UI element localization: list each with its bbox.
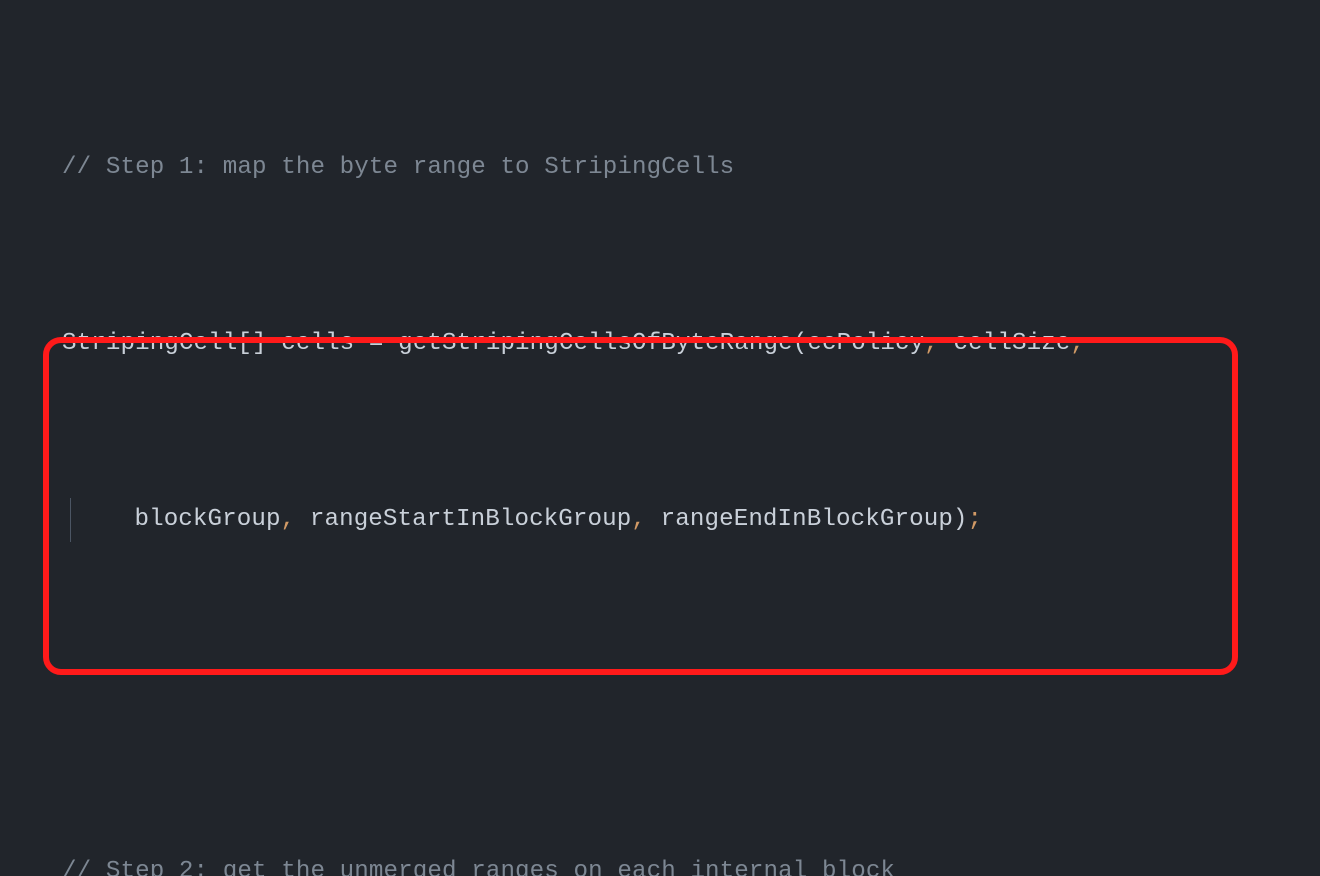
code-text: StripingCell[] cells = getStripingCellsO… — [62, 322, 924, 366]
code-line-continuation: blockGroup, rangeStartInBlockGroup, rang… — [0, 498, 1320, 542]
code-line: // Step 1: map the byte range to Stripin… — [0, 146, 1320, 190]
code-text: rangeEndInBlockGroup) — [646, 498, 968, 542]
comma: , — [631, 498, 646, 542]
comma: , — [924, 322, 939, 366]
code-text: cellSize — [939, 322, 1071, 366]
comment-text: // Step 2: get the unmerged ranges on ea… — [62, 850, 895, 876]
blank-line — [0, 674, 1320, 718]
semicolon: ; — [968, 498, 983, 542]
code-block: // Step 1: map the byte range to Stripin… — [0, 0, 1320, 876]
code-text: blockGroup — [76, 498, 281, 542]
code-line: StripingCell[] cells = getStripingCellsO… — [0, 322, 1320, 366]
code-text: rangeStartInBlockGroup — [295, 498, 631, 542]
comma: , — [281, 498, 296, 542]
comma: , — [1070, 322, 1085, 366]
comment-text: // Step 1: map the byte range to Stripin… — [62, 146, 734, 190]
code-line: // Step 2: get the unmerged ranges on ea… — [0, 850, 1320, 876]
